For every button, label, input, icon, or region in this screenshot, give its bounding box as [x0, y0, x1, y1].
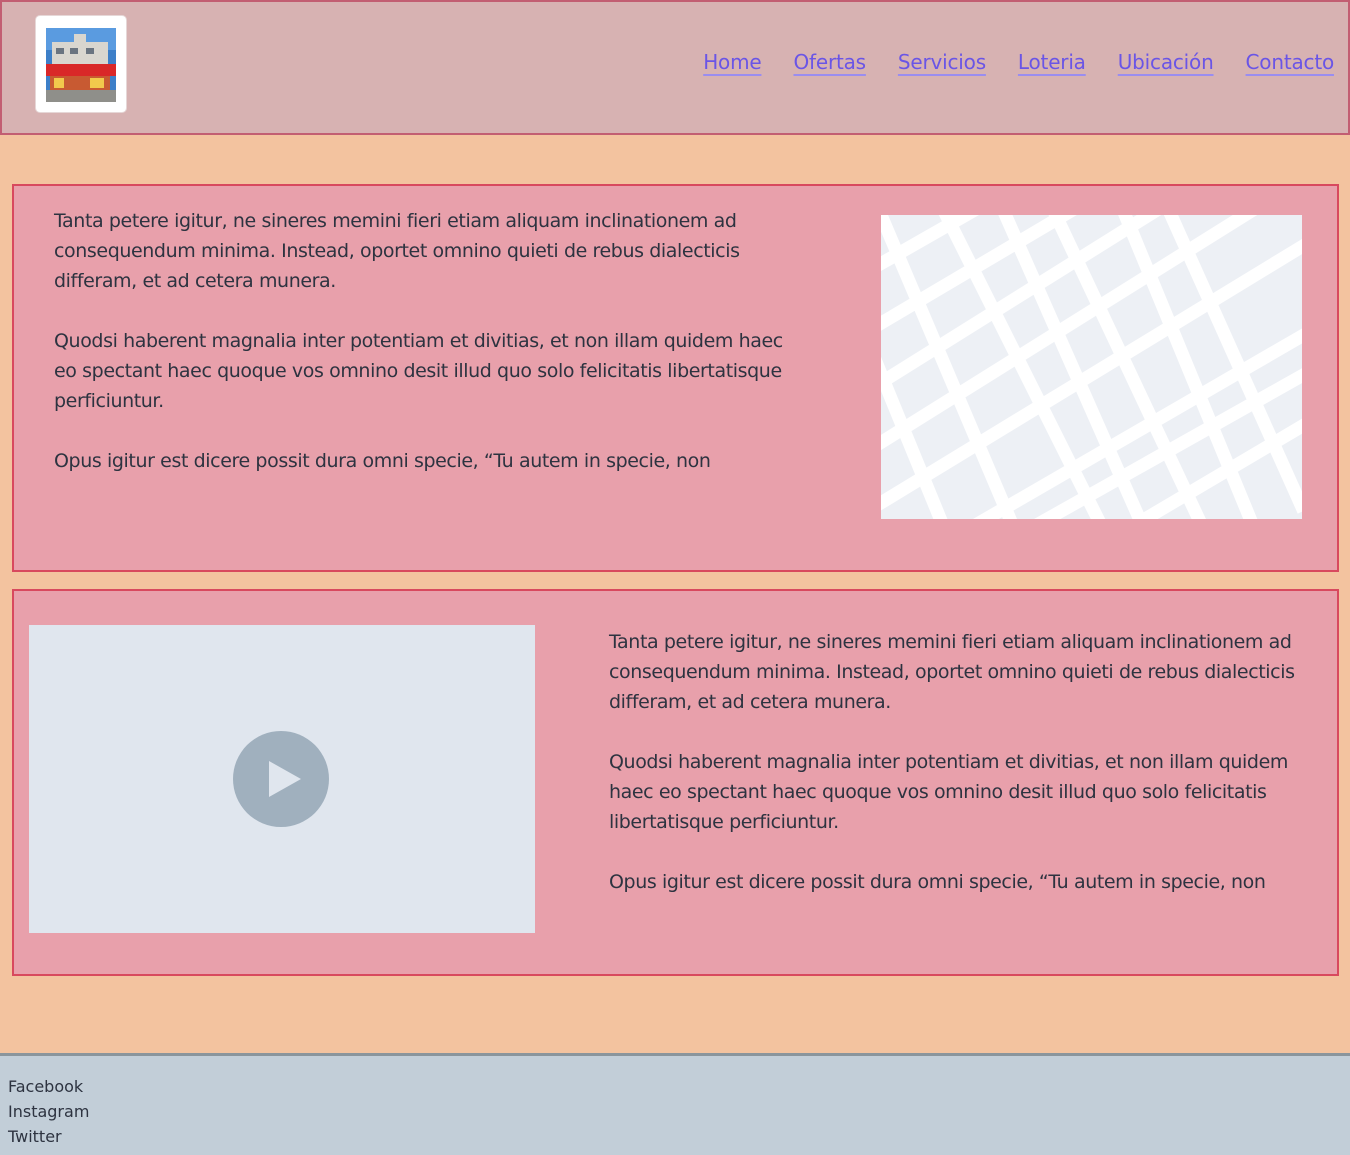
video-placeholder[interactable]	[29, 625, 535, 933]
site-footer: Facebook Instagram Twitter	[0, 1053, 1350, 1155]
content-section-video: Tanta petere igitur, ne sineres memini f…	[12, 589, 1339, 976]
map-placeholder[interactable]	[881, 215, 1302, 519]
nav-ubicacion[interactable]: Ubicación	[1118, 50, 1214, 74]
footer-link-instagram[interactable]: Instagram	[8, 1099, 1342, 1124]
footer-link-twitter[interactable]: Twitter	[8, 1124, 1342, 1149]
play-icon[interactable]	[233, 731, 329, 827]
nav-home[interactable]: Home	[703, 50, 761, 74]
content-section-map: Tanta petere igitur, ne sineres memini f…	[12, 184, 1339, 572]
paragraph: Tanta petere igitur, ne sineres memini f…	[54, 210, 740, 292]
store-logo[interactable]	[36, 16, 126, 112]
paragraph: Quodsi haberent magnalia inter potentiam…	[609, 751, 1288, 833]
section-text: Tanta petere igitur, ne sineres memini f…	[54, 206, 794, 506]
main-nav: Home Ofertas Servicios Loteria Ubicación…	[703, 50, 1334, 74]
paragraph: Opus igitur est dicere possit dura omni …	[609, 871, 1266, 893]
nav-loteria[interactable]: Loteria	[1018, 50, 1086, 74]
nav-contacto[interactable]: Contacto	[1246, 50, 1335, 74]
nav-servicios[interactable]: Servicios	[898, 50, 986, 74]
map-icon	[881, 215, 1302, 519]
nav-ofertas[interactable]: Ofertas	[793, 50, 866, 74]
section-text: Tanta petere igitur, ne sineres memini f…	[609, 627, 1331, 927]
paragraph: Tanta petere igitur, ne sineres memini f…	[609, 631, 1295, 713]
store-logo-icon	[46, 28, 116, 102]
site-header: Home Ofertas Servicios Loteria Ubicación…	[0, 0, 1350, 135]
footer-link-facebook[interactable]: Facebook	[8, 1074, 1342, 1099]
paragraph: Opus igitur est dicere possit dura omni …	[54, 450, 711, 472]
paragraph: Quodsi haberent magnalia inter potentiam…	[54, 330, 783, 412]
